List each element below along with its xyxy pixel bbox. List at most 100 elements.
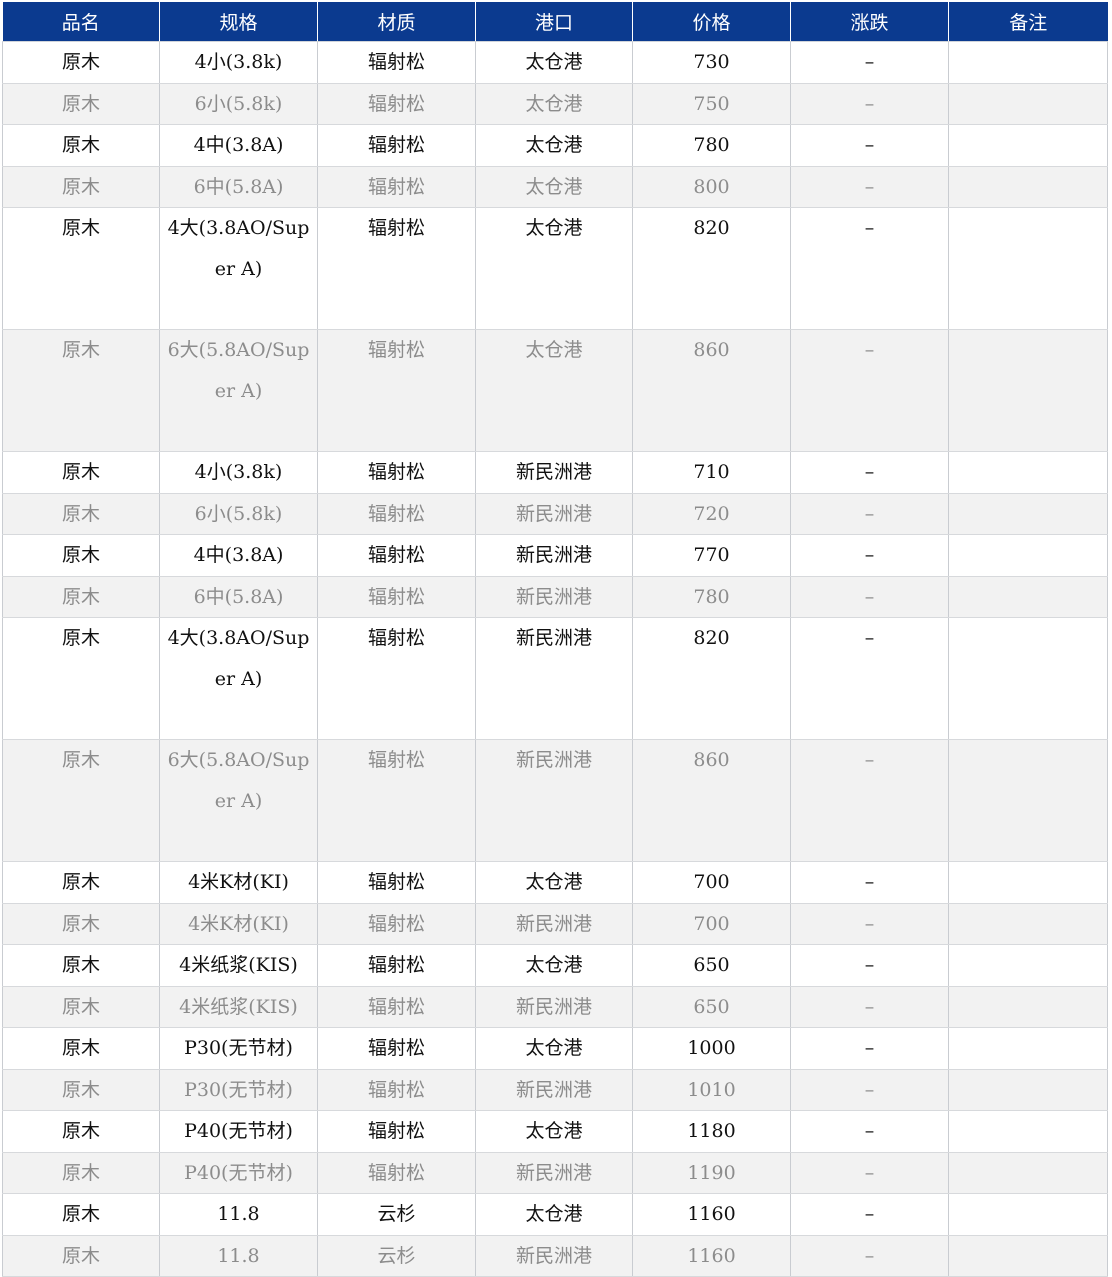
table-row: 原木 4米纸浆(KIS) 辐射松 太仓港 650– [2,944,1108,987]
cell-price: 650 [632,986,791,1028]
cell-spec: 4米K材(KI) [159,861,318,904]
cell-spec: 4小(3.8k) [159,41,318,84]
table-row: 原木 4小(3.8k) 辐射松 太仓港 730– [2,41,1108,84]
cell-material: 辐射松 [317,451,476,494]
cell-port: 新民洲港 [475,986,633,1028]
cell-remark [948,1193,1108,1236]
cell-spec: P40(无节材) [159,1110,318,1153]
cell-price: 1010 [632,1069,791,1111]
cell-change: – [790,493,949,535]
cell-material: 辐射松 [317,207,476,330]
cell-port: 太仓港 [475,166,633,208]
cell-change: – [790,1152,949,1194]
cell-material: 辐射松 [317,329,476,452]
cell-remark [948,207,1108,330]
table-row: 原木 11.8 云杉 新民洲港 1160– [2,1235,1108,1277]
cell-price: 700 [632,903,791,945]
cell-product-name: 原木 [2,207,160,330]
cell-change: – [790,451,949,494]
cell-port: 太仓港 [475,41,633,84]
cell-price: 720 [632,493,791,535]
cell-product-name: 原木 [2,41,160,84]
cell-spec: 4米K材(KI) [159,903,318,945]
cell-spec: 11.8 [159,1193,318,1236]
cell-price: 1000 [632,1027,791,1070]
table-body: 原木 4小(3.8k) 辐射松 太仓港 730– 原木 6小(5.8k) 辐射松 太仓港 750–… [2,41,1108,1277]
cell-price: 860 [632,329,791,452]
cell-material: 辐射松 [317,617,476,740]
table-row: 原木 6大(5.8AO/Super A) 辐射松 新民洲港 860– [2,739,1108,862]
header-change: 涨跌 [790,2,949,42]
header-port: 港口 [475,2,633,42]
cell-spec: 4小(3.8k) [159,451,318,494]
cell-change: – [790,207,949,330]
cell-change: – [790,986,949,1028]
cell-change: – [790,124,949,167]
cell-remark [948,1152,1108,1194]
cell-price: 820 [632,207,791,330]
cell-price: 700 [632,861,791,904]
cell-material: 辐射松 [317,493,476,535]
cell-remark [948,1069,1108,1111]
cell-material: 辐射松 [317,739,476,862]
header-price: 价格 [632,2,791,42]
table-row: 原木 P40(无节材) 辐射松 太仓港 1180– [2,1110,1108,1153]
cell-change: – [790,1110,949,1153]
cell-material: 辐射松 [317,903,476,945]
table-row: 原木 6中(5.8A) 辐射松 太仓港 800– [2,166,1108,208]
cell-product-name: 原木 [2,1027,160,1070]
table-row: 原木 6小(5.8k) 辐射松 太仓港 750– [2,83,1108,125]
cell-material: 云杉 [317,1193,476,1236]
header-material: 材质 [317,2,476,42]
cell-remark [948,166,1108,208]
cell-price: 820 [632,617,791,740]
table-row: 原木 P30(无节材) 辐射松 新民洲港 1010– [2,1069,1108,1111]
cell-change: – [790,534,949,577]
cell-change: – [790,944,949,987]
cell-remark [948,861,1108,904]
cell-remark [948,534,1108,577]
cell-port: 太仓港 [475,329,633,452]
cell-product-name: 原木 [2,83,160,125]
cell-price: 780 [632,576,791,618]
cell-spec: 6小(5.8k) [159,493,318,535]
cell-port: 新民洲港 [475,1069,633,1111]
cell-product-name: 原木 [2,739,160,862]
cell-material: 云杉 [317,1235,476,1277]
cell-product-name: 原木 [2,617,160,740]
cell-change: – [790,903,949,945]
cell-change: – [790,166,949,208]
cell-remark [948,83,1108,125]
cell-price: 650 [632,944,791,987]
header-product-name: 品名 [2,2,160,42]
cell-change: – [790,1027,949,1070]
cell-change: – [790,329,949,452]
cell-price: 1160 [632,1235,791,1277]
cell-price: 770 [632,534,791,577]
table-row: 原木 4中(3.8A) 辐射松 太仓港 780– [2,124,1108,167]
cell-remark [948,1110,1108,1153]
cell-port: 太仓港 [475,944,633,987]
cell-spec: 11.8 [159,1235,318,1277]
cell-remark [948,1027,1108,1070]
cell-material: 辐射松 [317,944,476,987]
cell-spec: 6大(5.8AO/Super A) [159,739,318,862]
cell-remark [948,576,1108,618]
cell-remark [948,986,1108,1028]
cell-port: 太仓港 [475,83,633,125]
cell-product-name: 原木 [2,576,160,618]
table-row: 原木 4米K材(KI) 辐射松 太仓港 700– [2,861,1108,904]
cell-product-name: 原木 [2,903,160,945]
cell-material: 辐射松 [317,861,476,904]
cell-change: – [790,1069,949,1111]
cell-material: 辐射松 [317,1110,476,1153]
cell-price: 730 [632,41,791,84]
cell-remark [948,1235,1108,1277]
cell-port: 太仓港 [475,207,633,330]
table-row: 原木 6小(5.8k) 辐射松 新民洲港 720– [2,493,1108,535]
cell-price: 800 [632,166,791,208]
cell-change: – [790,617,949,740]
cell-price: 1180 [632,1110,791,1153]
cell-spec: 4米纸浆(KIS) [159,986,318,1028]
table-row: 原木 4米纸浆(KIS) 辐射松 新民洲港 650– [2,986,1108,1028]
